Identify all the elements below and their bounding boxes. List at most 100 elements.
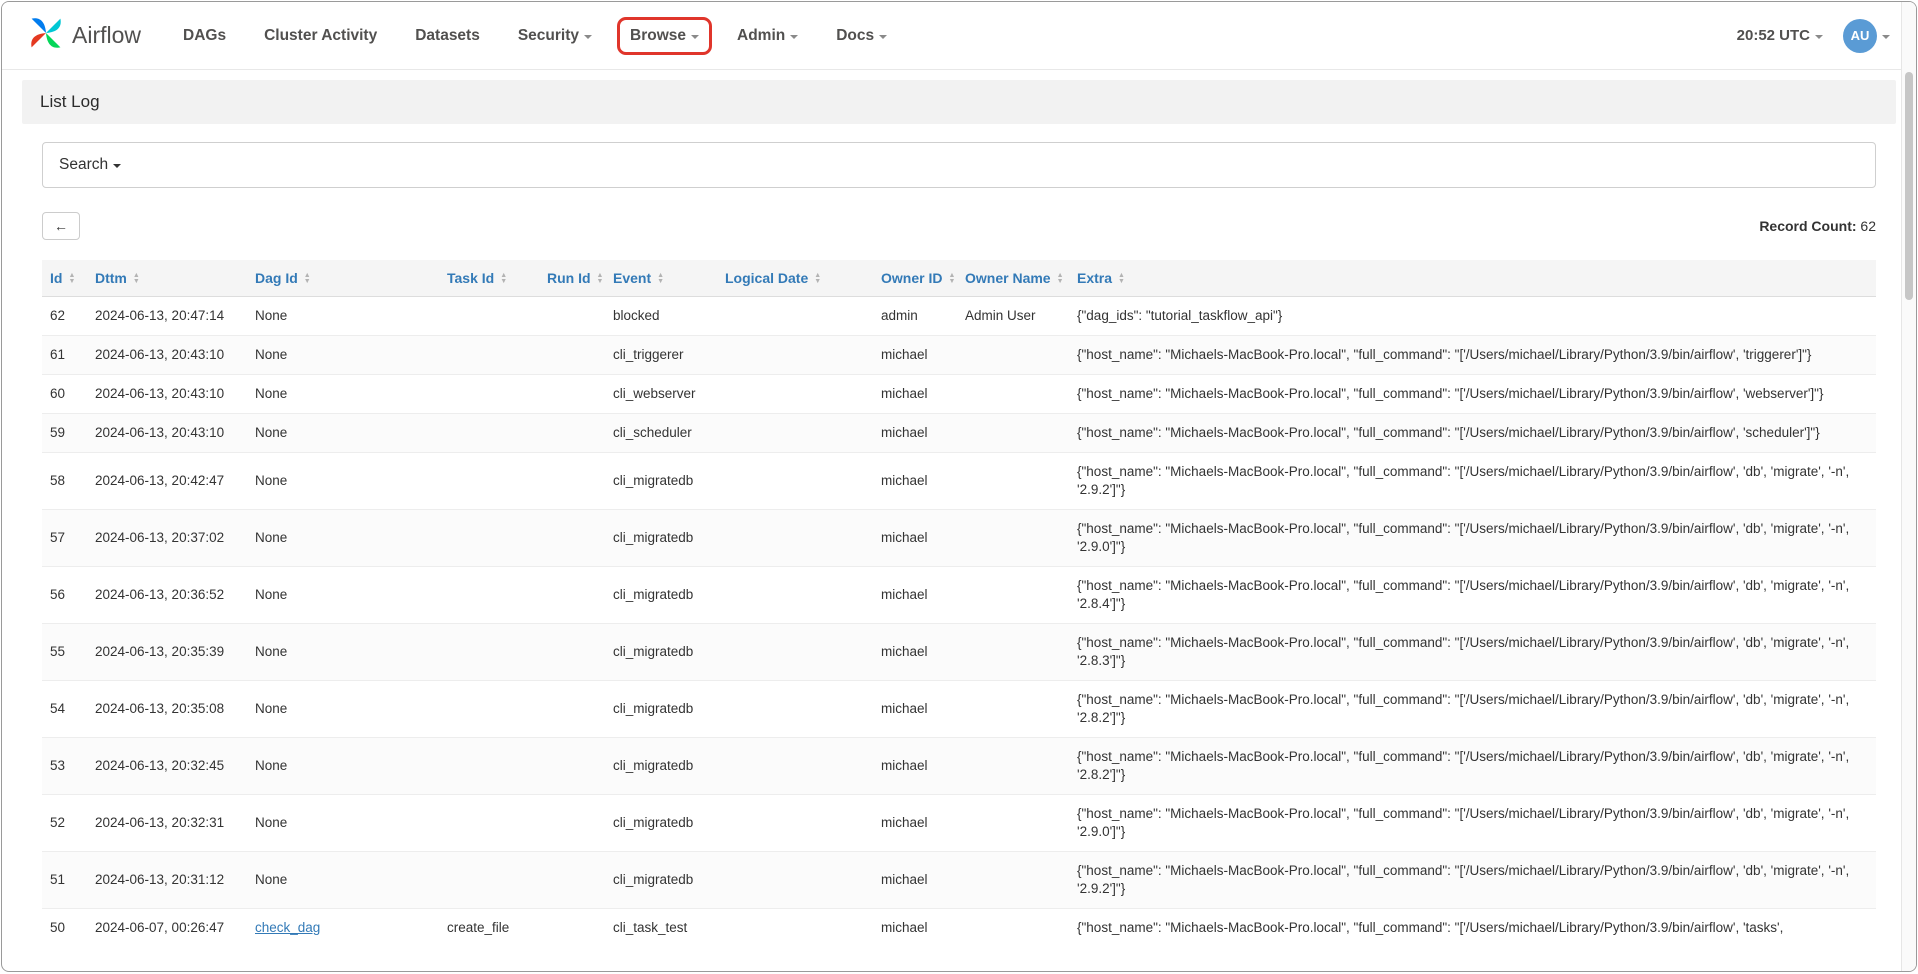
cell-dttm: 2024-06-13, 20:43:10 — [87, 336, 247, 375]
cell-owner_name — [957, 681, 1069, 738]
cell-id: 59 — [42, 414, 87, 453]
column-sort-link[interactable]: Task Id — [447, 270, 494, 286]
column-sort-link[interactable]: Owner ID — [881, 270, 942, 286]
cell-owner_id: michael — [873, 738, 957, 795]
cell-dttm: 2024-06-13, 20:36:52 — [87, 567, 247, 624]
cell-owner_name — [957, 414, 1069, 453]
column-sort-link[interactable]: Dttm — [95, 270, 127, 286]
chevron-down-icon — [1882, 35, 1890, 39]
cell-event: cli_migratedb — [605, 795, 717, 852]
column-header-id: Id ▲▼ — [42, 260, 87, 297]
cell-owner_id: michael — [873, 681, 957, 738]
table-row: 572024-06-13, 20:37:02Nonecli_migratedbm… — [42, 510, 1876, 567]
nav-item-security[interactable]: Security — [518, 27, 592, 45]
nav-item-cluster-activity[interactable]: Cluster Activity — [264, 27, 377, 45]
page-title: List Log — [22, 80, 1896, 124]
cell-dttm: 2024-06-13, 20:31:12 — [87, 852, 247, 909]
user-menu[interactable]: AU — [1843, 19, 1890, 53]
cell-dttm: 2024-06-13, 20:43:10 — [87, 375, 247, 414]
cell-owner_name — [957, 909, 1069, 948]
table-row: 562024-06-13, 20:36:52Nonecli_migratedbm… — [42, 567, 1876, 624]
table-row: 502024-06-07, 00:26:47check_dagcreate_fi… — [42, 909, 1876, 948]
cell-run_id — [539, 414, 605, 453]
table-row: 522024-06-13, 20:32:31Nonecli_migratedbm… — [42, 795, 1876, 852]
chevron-down-icon — [879, 35, 887, 39]
clock-label: 20:52 UTC — [1737, 27, 1810, 44]
airflow-brand[interactable]: Airflow — [28, 15, 141, 56]
nav-label: Datasets — [415, 27, 480, 45]
cell-run_id — [539, 510, 605, 567]
cell-id: 55 — [42, 624, 87, 681]
cell-run_id — [539, 375, 605, 414]
cell-task_id: create_file — [439, 909, 539, 948]
log-table: Id▲▼Dttm▲▼Dag Id▲▼Task Id▲▼Run Id▲▼Event… — [42, 260, 1876, 947]
vertical-scrollbar[interactable] — [1901, 2, 1916, 971]
cell-logical_date — [717, 453, 873, 510]
cell-id: 62 — [42, 297, 87, 336]
nav-label: Admin — [737, 27, 785, 45]
column-sort-link[interactable]: Id — [50, 270, 62, 286]
nav-label: Docs — [836, 27, 874, 45]
cell-owner_id: michael — [873, 414, 957, 453]
cell-id: 56 — [42, 567, 87, 624]
cell-extra: {"host_name": "Michaels-MacBook-Pro.loca… — [1069, 567, 1876, 624]
brand-name: Airflow — [72, 22, 141, 49]
table-row: 532024-06-13, 20:32:45Nonecli_migratedbm… — [42, 738, 1876, 795]
cell-run_id — [539, 795, 605, 852]
column-sort-link[interactable]: Logical Date — [725, 270, 808, 286]
cell-extra: {"host_name": "Michaels-MacBook-Pro.loca… — [1069, 909, 1876, 948]
scrollbar-thumb[interactable] — [1905, 72, 1913, 300]
chevron-down-icon — [790, 35, 798, 39]
cell-extra: {"host_name": "Michaels-MacBook-Pro.loca… — [1069, 681, 1876, 738]
cell-event: cli_migratedb — [605, 681, 717, 738]
cell-logical_date — [717, 909, 873, 948]
nav-item-admin[interactable]: Admin — [737, 27, 798, 45]
cell-logical_date — [717, 414, 873, 453]
cell-task_id — [439, 510, 539, 567]
cell-owner_id: michael — [873, 567, 957, 624]
cell-logical_date — [717, 738, 873, 795]
cell-dttm: 2024-06-13, 20:32:45 — [87, 738, 247, 795]
column-sort-link[interactable]: Owner Name — [965, 270, 1051, 286]
column-sort-link[interactable]: Event — [613, 270, 651, 286]
chevron-down-icon — [113, 164, 121, 168]
search-collapse-toggle[interactable]: Search — [42, 142, 1876, 188]
sort-icon: ▲▼ — [597, 273, 604, 285]
cell-task_id — [439, 852, 539, 909]
table-row: 552024-06-13, 20:35:39Nonecli_migratedbm… — [42, 624, 1876, 681]
nav-item-datasets[interactable]: Datasets — [415, 27, 480, 45]
column-header-owner_name: Owner Name▲▼ — [957, 260, 1069, 297]
main-nav: DAGs Cluster Activity Datasets Security … — [183, 27, 887, 45]
column-sort-link[interactable]: Run Id — [547, 270, 591, 286]
back-button[interactable]: ← — [42, 212, 80, 240]
airflow-logo-icon — [28, 15, 64, 56]
cell-owner_name — [957, 453, 1069, 510]
cell-logical_date — [717, 795, 873, 852]
nav-item-dags[interactable]: DAGs — [183, 27, 226, 45]
cell-dttm: 2024-06-07, 00:26:47 — [87, 909, 247, 948]
cell-run_id — [539, 453, 605, 510]
dag-link[interactable]: check_dag — [255, 920, 320, 935]
cell-owner_id: michael — [873, 852, 957, 909]
sort-icon: ▲▼ — [68, 273, 75, 285]
page-content: List Log Search ← Record Count: 62 — [2, 70, 1916, 947]
cell-task_id — [439, 795, 539, 852]
column-sort-link[interactable]: Dag Id — [255, 270, 298, 286]
nav-item-browse[interactable]: Browse — [630, 27, 699, 45]
table-body: 622024-06-13, 20:47:14NoneblockedadminAd… — [42, 297, 1876, 948]
nav-item-docs[interactable]: Docs — [836, 27, 887, 45]
table-header-row: Id▲▼Dttm▲▼Dag Id▲▼Task Id▲▼Run Id▲▼Event… — [42, 260, 1876, 297]
cell-event: cli_migratedb — [605, 510, 717, 567]
nav-label: Security — [518, 27, 579, 45]
clock-dropdown[interactable]: 20:52 UTC — [1737, 27, 1823, 44]
cell-id: 51 — [42, 852, 87, 909]
cell-id: 54 — [42, 681, 87, 738]
cell-event: cli_scheduler — [605, 414, 717, 453]
cell-owner_name — [957, 375, 1069, 414]
cell-logical_date — [717, 375, 873, 414]
column-header-task_id: Task Id▲▼ — [439, 260, 539, 297]
column-header-logical_date: Logical Date▲▼ — [717, 260, 873, 297]
column-header-extra: Extra▲▼ — [1069, 260, 1876, 297]
column-sort-link[interactable]: Extra — [1077, 270, 1112, 286]
cell-extra: {"host_name": "Michaels-MacBook-Pro.loca… — [1069, 624, 1876, 681]
